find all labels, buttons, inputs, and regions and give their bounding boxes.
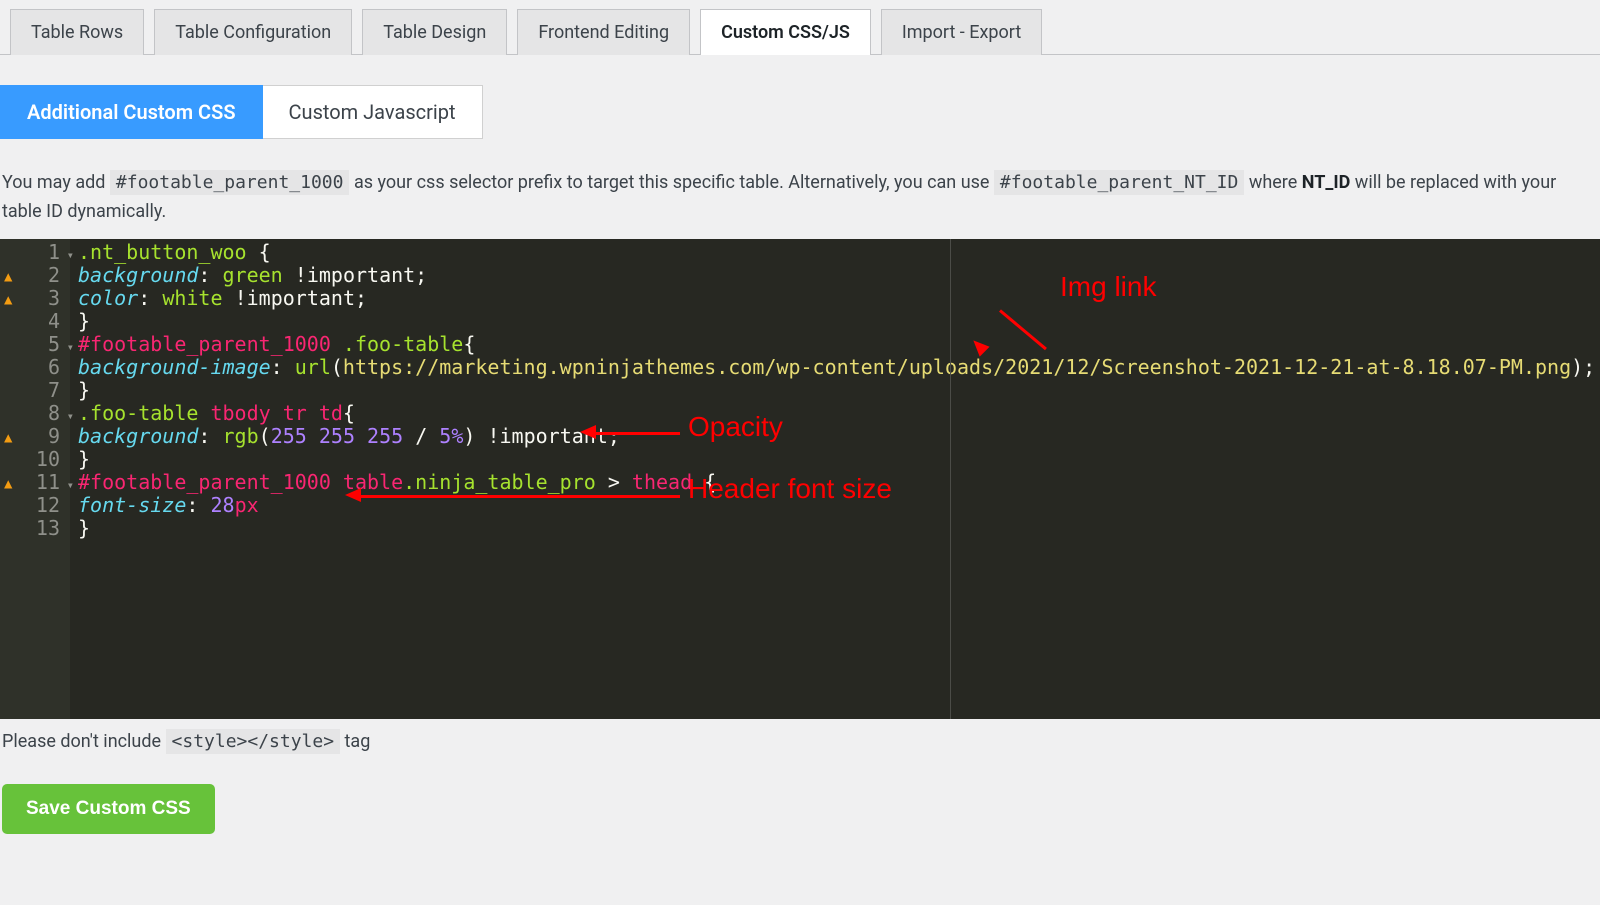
gutter-line: 8: [0, 402, 60, 425]
main-tabs: Table Rows Table Configuration Table Des…: [0, 0, 1600, 55]
code-line[interactable]: }: [78, 448, 1600, 471]
tab-frontend-editing[interactable]: Frontend Editing: [517, 9, 690, 55]
code-line[interactable]: background: rgb(255 255 255 / 5%) !impor…: [78, 425, 1600, 448]
tab-table-configuration[interactable]: Table Configuration: [154, 9, 352, 55]
footer-note: Please don't include <style></style> tag: [2, 731, 1598, 752]
sub-tab-js[interactable]: Custom Javascript: [263, 85, 483, 139]
code-line[interactable]: background-image: url(https://marketing.…: [78, 356, 1600, 379]
tab-table-rows[interactable]: Table Rows: [10, 9, 144, 55]
code-line[interactable]: }: [78, 517, 1600, 540]
code-line[interactable]: background: green !important;: [78, 264, 1600, 287]
sub-tabs: Additional Custom CSS Custom Javascript: [0, 85, 1600, 139]
code-line[interactable]: }: [78, 379, 1600, 402]
code-line[interactable]: #footable_parent_1000 table.ninja_table_…: [78, 471, 1600, 494]
gutter-line: 12: [0, 494, 60, 517]
gutter-line: 11: [0, 471, 60, 494]
gutter-line: 6: [0, 356, 60, 379]
gutter-line: 1: [0, 241, 60, 264]
code-line[interactable]: }: [78, 310, 1600, 333]
code-line[interactable]: .nt_button_woo {: [78, 241, 1600, 264]
gutter-line: 10: [0, 448, 60, 471]
tab-custom-css-js[interactable]: Custom CSS/JS: [700, 9, 871, 55]
tab-import-export[interactable]: Import - Export: [881, 9, 1042, 55]
code-line[interactable]: #footable_parent_1000 .foo-table{: [78, 333, 1600, 356]
save-button[interactable]: Save Custom CSS: [2, 784, 215, 834]
editor-code-body[interactable]: .nt_button_woo {background: green !impor…: [78, 241, 1600, 540]
gutter-line: 3: [0, 287, 60, 310]
code-line[interactable]: .foo-table tbody tr td{: [78, 402, 1600, 425]
selector-prefix-code: #footable_parent_1000: [110, 170, 350, 195]
css-code-editor[interactable]: 12345678910111213 .nt_button_woo {backgr…: [0, 239, 1600, 719]
editor-ruler: [950, 239, 951, 719]
sub-tab-css[interactable]: Additional Custom CSS: [0, 85, 263, 139]
gutter-line: 5: [0, 333, 60, 356]
selector-ntid-code: #footable_parent_NT_ID: [994, 170, 1244, 195]
gutter-line: 4: [0, 310, 60, 333]
code-line[interactable]: font-size: 28px: [78, 494, 1600, 517]
editor-gutter: 12345678910111213: [0, 239, 70, 719]
code-line[interactable]: color: white !important;: [78, 287, 1600, 310]
gutter-line: 7: [0, 379, 60, 402]
gutter-line: 13: [0, 517, 60, 540]
gutter-line: 2: [0, 264, 60, 287]
gutter-line: 9: [0, 425, 60, 448]
style-tag-code: <style></style>: [166, 729, 341, 754]
css-help-text: You may add #footable_parent_1000 as you…: [2, 169, 1598, 227]
tab-table-design[interactable]: Table Design: [362, 9, 507, 55]
